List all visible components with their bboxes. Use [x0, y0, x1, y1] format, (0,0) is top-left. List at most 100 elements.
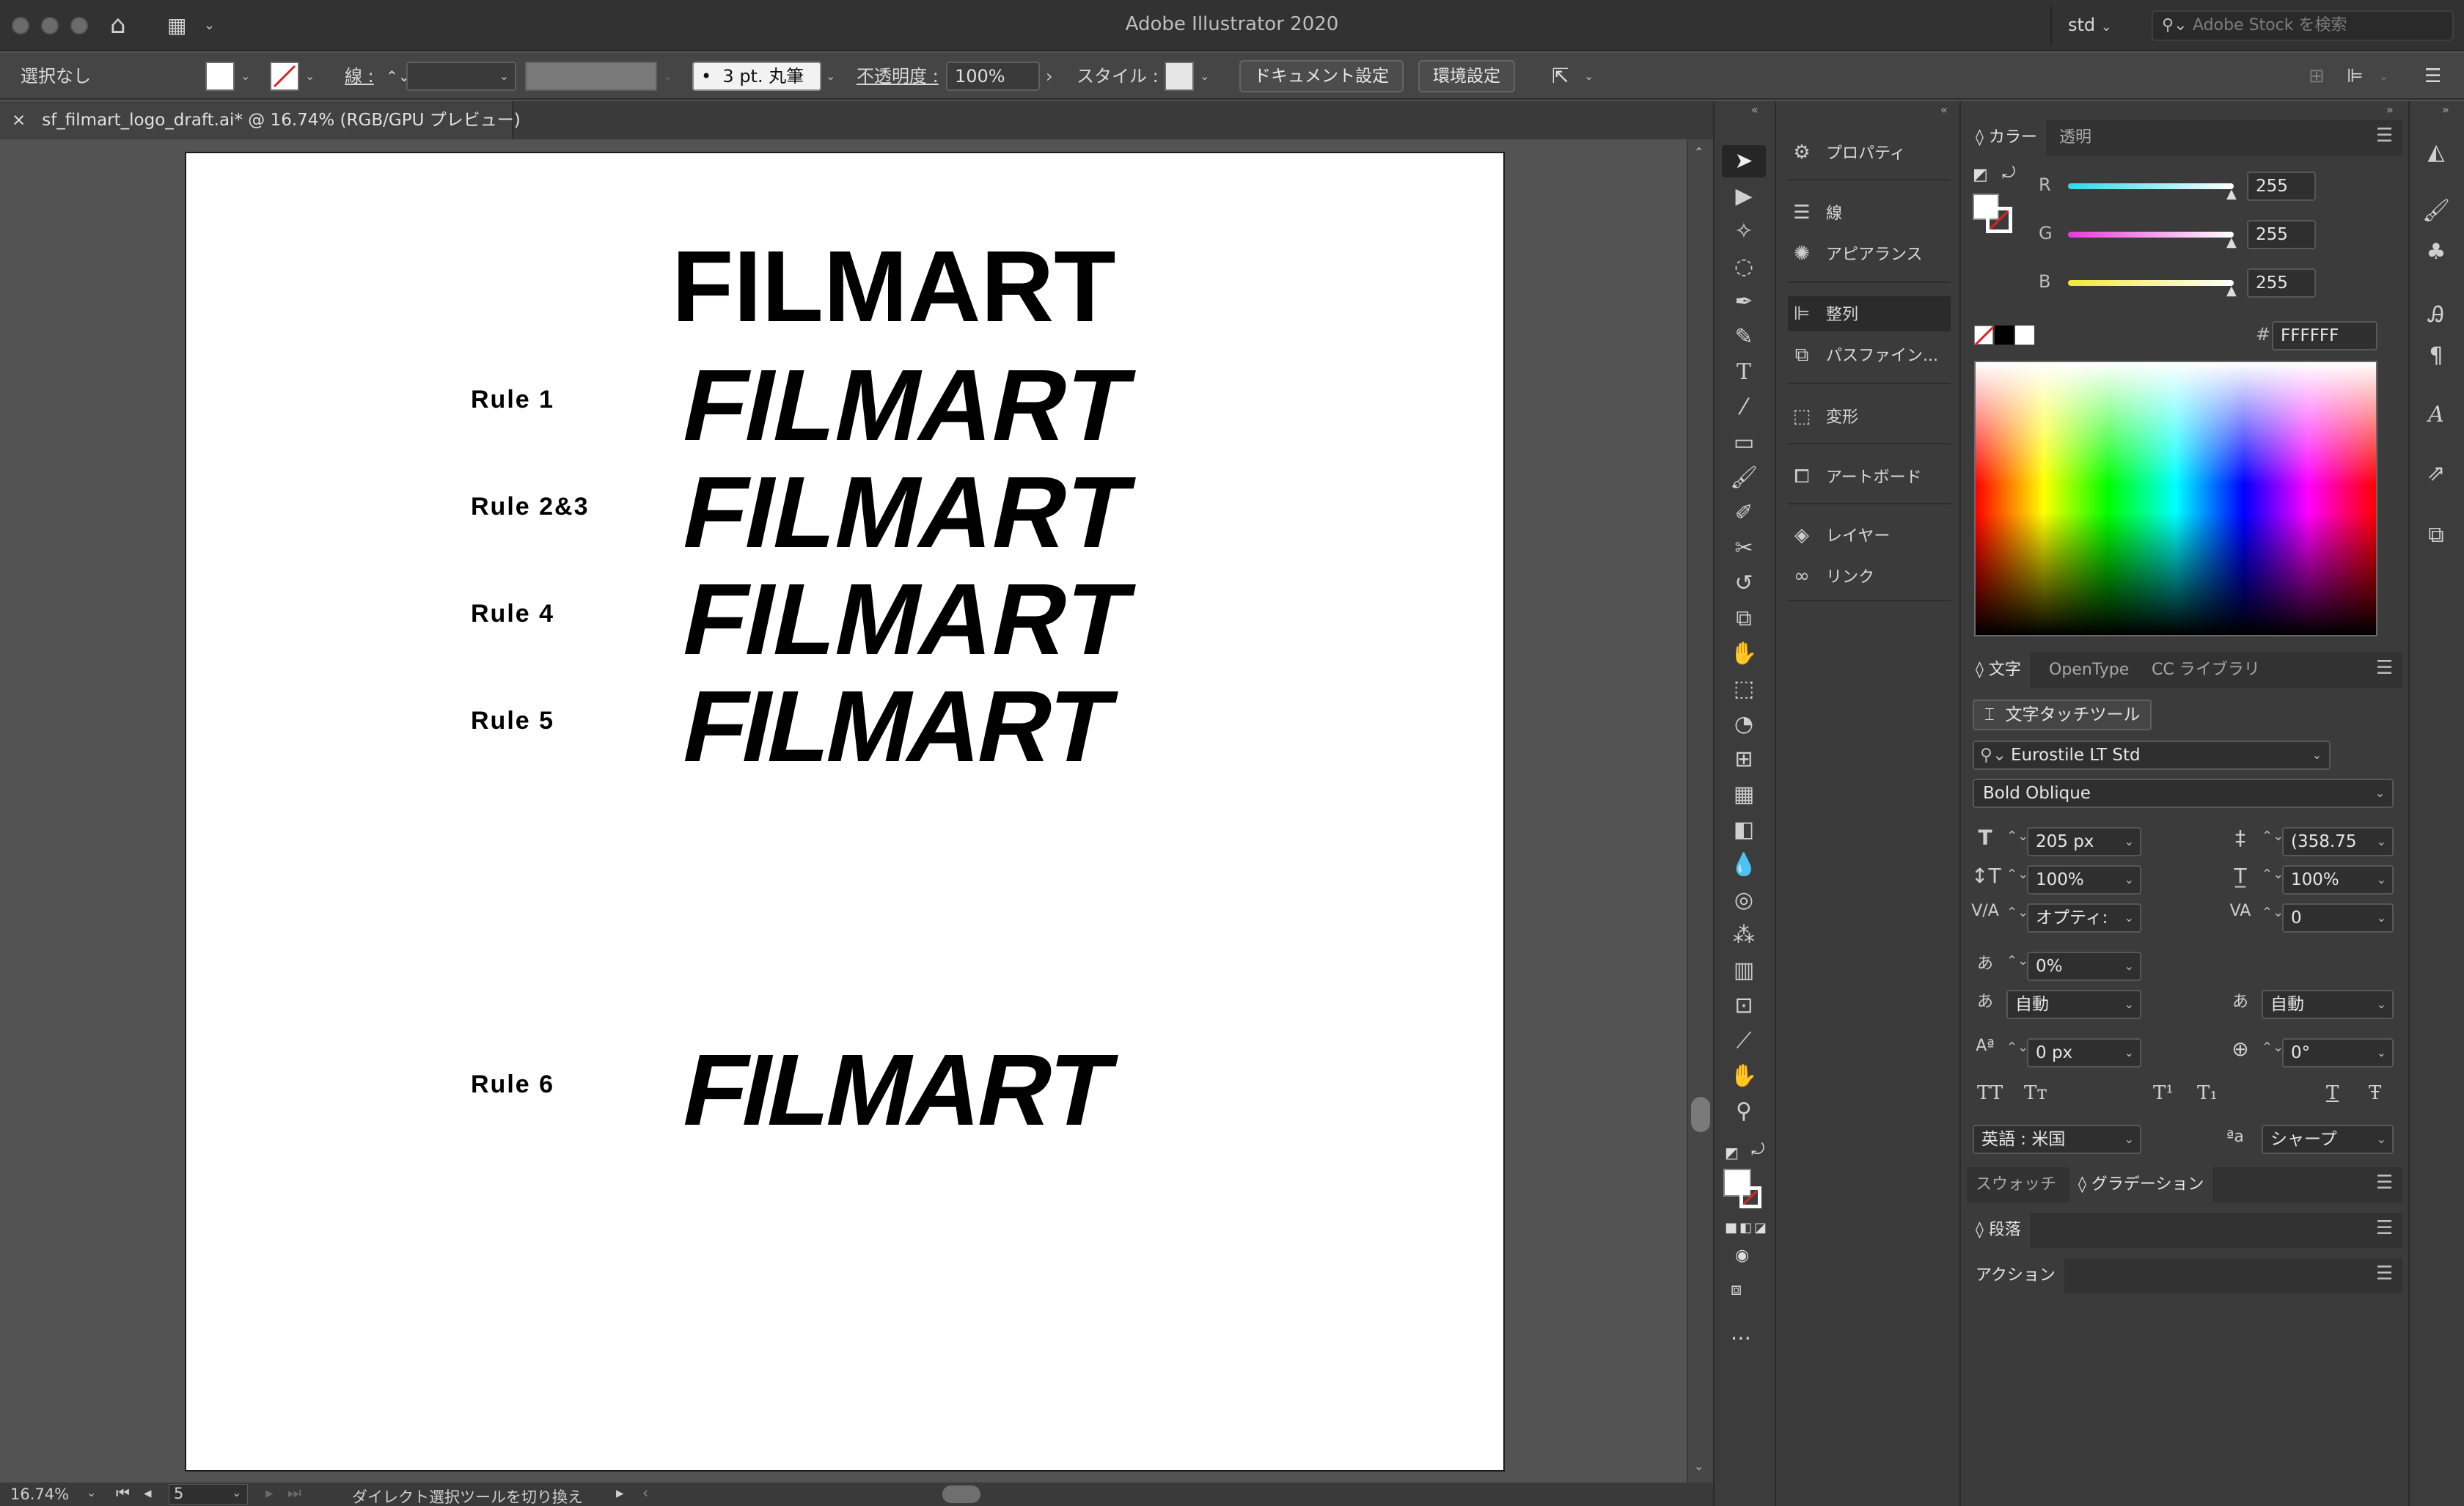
symbols-panel-icon[interactable]: ♣ — [2417, 235, 2455, 270]
tab-swatches[interactable]: スウォッチ — [1967, 1167, 2065, 1202]
g-slider[interactable] — [2068, 232, 2234, 238]
status-menu-icon[interactable]: ▸ — [616, 1484, 624, 1502]
collapse-icon[interactable]: « — [1751, 103, 1759, 117]
language-dropdown[interactable]: 英語 : 米国 ⌄ — [1973, 1125, 2141, 1154]
curvature-tool-icon[interactable]: ✎ — [1722, 321, 1766, 353]
chevron-down-icon[interactable]: ⌄ — [87, 1485, 96, 1499]
baseline-shift-field[interactable]: 0 px ⌄ — [2027, 1038, 2141, 1068]
scroll-left-icon[interactable]: ‹ — [642, 1484, 648, 1502]
chevron-right-icon[interactable]: › — [1046, 62, 1053, 91]
logo-rule-1[interactable]: FILMART — [673, 349, 1141, 462]
all-caps-button[interactable]: TT — [1977, 1082, 2003, 1104]
zoom-level[interactable]: 16.74% — [10, 1485, 69, 1503]
chevron-down-icon[interactable]: ⌄ — [2379, 62, 2388, 91]
tab-paragraph[interactable]: ◊ 段落 — [1967, 1213, 2030, 1248]
close-tab-icon[interactable]: × — [12, 111, 26, 130]
blend-tool-icon[interactable]: ◎ — [1722, 884, 1766, 917]
opacity-label[interactable]: 不透明度 : — [857, 62, 939, 91]
expand-icon[interactable]: » — [2386, 103, 2394, 117]
chevron-down-icon[interactable]: ⌄ — [663, 62, 672, 91]
default-colors-icon[interactable]: ◩ — [1725, 1144, 1739, 1161]
rule-label[interactable]: Rule 1 — [471, 386, 554, 414]
kerning-stepper[interactable]: ⌃⌄ — [2006, 905, 2028, 920]
artboard-tool-icon[interactable]: ⊡ — [1722, 990, 1766, 1022]
vertical-scroll-thumb[interactable] — [1691, 1097, 1710, 1132]
r-slider[interactable] — [2068, 183, 2234, 189]
perspective-grid-tool-icon[interactable]: ⊞ — [1722, 743, 1766, 776]
vertical-scale-stepper[interactable]: ⌃⌄ — [2006, 867, 2028, 882]
document-setup-button[interactable]: ドキュメント設定 — [1239, 60, 1404, 92]
chevron-down-icon[interactable]: ⌄ — [241, 62, 250, 91]
font-family-dropdown[interactable]: ⚲⌄ Eurostile LT Std ⌄ — [1973, 741, 2331, 770]
chevron-down-icon[interactable]: ⌄ — [1200, 62, 1209, 91]
glyphs-panel-icon[interactable]: A — [2417, 397, 2455, 433]
magic-wand-tool-icon[interactable]: ✧ — [1722, 216, 1766, 248]
dock-item-links[interactable]: ∞ リンク — [1788, 559, 1951, 594]
r-value-field[interactable]: 255 — [2247, 172, 2316, 201]
tracking-field[interactable]: 0 ⌄ — [2282, 903, 2394, 933]
logo-rule-6[interactable]: FILMART — [673, 1034, 1121, 1147]
b-slider-handle[interactable]: ▲ — [2226, 283, 2237, 298]
edit-toolbar-icon[interactable]: ⋯ — [1731, 1326, 1751, 1350]
tab-color[interactable]: ◊ カラー — [1967, 120, 2046, 155]
previous-artboard-icon[interactable]: ◂ — [144, 1484, 152, 1502]
chevron-up-icon[interactable]: ⌃ — [1694, 145, 1704, 159]
tracking-stepper[interactable]: ⌃⌄ — [2262, 905, 2284, 920]
slice-tool-icon[interactable]: ⟋ — [1722, 1025, 1766, 1057]
dock-item-stroke[interactable]: ☰ 線 — [1788, 195, 1951, 230]
superscript-button[interactable]: T¹ — [2153, 1082, 2174, 1104]
warp-tool-icon[interactable]: ✋ — [1722, 638, 1766, 670]
rule-label[interactable]: Rule 6 — [471, 1070, 554, 1099]
scale-tool-icon[interactable]: ⧉ — [1722, 603, 1766, 635]
mesh-tool-icon[interactable]: ▦ — [1722, 779, 1766, 811]
scissors-tool-icon[interactable]: ✂ — [1722, 532, 1766, 565]
paintbrush-tool-icon[interactable]: 🖌 — [1722, 462, 1766, 494]
b-value-field[interactable]: 255 — [2247, 268, 2316, 298]
logo-rule-4[interactable]: FILMART — [673, 563, 1141, 676]
align-grid-icon[interactable]: ⊞ — [2309, 62, 2325, 91]
tab-cc-libraries[interactable]: CC ライブラリ — [2143, 653, 2269, 688]
tab-character[interactable]: ◊ 文字 — [1967, 653, 2030, 688]
type-tool-icon[interactable]: T — [1722, 356, 1766, 389]
rectangle-tool-icon[interactable]: ▭ — [1722, 427, 1766, 459]
control-bar-menu-icon[interactable]: ☰ — [2424, 62, 2441, 91]
aki-left-dropdown[interactable]: 自動 ⌄ — [2006, 990, 2141, 1019]
tsume-field[interactable]: 0% ⌄ — [2027, 952, 2141, 981]
rule-label[interactable]: Rule 5 — [471, 707, 554, 735]
chevron-down-icon[interactable]: ⌄ — [305, 62, 315, 91]
character-styles-icon[interactable]: Ꭿ — [2417, 298, 2455, 333]
export-icon[interactable]: ⇗ — [2417, 456, 2455, 491]
chevron-down-icon[interactable]: ⌄ — [826, 62, 835, 91]
g-value-field[interactable]: 255 — [2247, 220, 2316, 249]
color-spectrum[interactable] — [1974, 361, 2377, 636]
column-graph-tool-icon[interactable]: ▥ — [1722, 955, 1766, 987]
font-size-stepper[interactable]: ⌃⌄ — [2006, 829, 2028, 844]
dock-item-layers[interactable]: ◈ レイヤー — [1788, 518, 1951, 553]
selection-tool-icon[interactable]: ➤ — [1722, 145, 1766, 177]
subscript-button[interactable]: T₁ — [2197, 1082, 2218, 1104]
hex-field[interactable]: FFFFFF — [2272, 321, 2377, 350]
stroke-swatch[interactable] — [270, 62, 299, 91]
rule-label[interactable]: Rule 2&3 — [471, 493, 590, 521]
vertical-scrollbar[interactable]: ⌃ ⌄ — [1687, 139, 1713, 1483]
panel-menu-icon[interactable]: ☰ — [2376, 1217, 2393, 1239]
logo-rule-2-3[interactable]: FILMART — [673, 456, 1141, 569]
symbol-sprayer-tool-icon[interactable]: ⁂ — [1722, 919, 1766, 952]
underline-button[interactable]: T — [2326, 1082, 2339, 1104]
pen-tool-icon[interactable]: ✒ — [1722, 286, 1766, 318]
tab-opentype[interactable]: OpenType — [2040, 653, 2138, 688]
panel-menu-icon[interactable]: ☰ — [2376, 1172, 2393, 1194]
panel-menu-icon[interactable]: ☰ — [2376, 125, 2393, 147]
character-rotation-stepper[interactable]: ⌃⌄ — [2262, 1040, 2284, 1055]
arrange-icon[interactable]: ⇱ — [1552, 62, 1569, 91]
gradient-panel-icon[interactable]: ◭ — [2417, 135, 2455, 170]
screen-mode-icon[interactable]: ⧈ — [1731, 1279, 1742, 1299]
shape-builder-tool-icon[interactable]: ◔ — [1722, 708, 1766, 741]
rule-label[interactable]: Rule 4 — [471, 600, 554, 628]
swap-fill-stroke-icon[interactable]: ⤾ — [2002, 164, 2015, 183]
horizontal-scale-field[interactable]: 100% ⌄ — [2282, 865, 2394, 895]
none-color-swatch[interactable] — [1974, 326, 1994, 345]
color-mode-icons[interactable]: ■◧◪ — [1725, 1220, 1769, 1235]
align-options-icon[interactable]: ⊫ — [2347, 62, 2364, 91]
gradient-tool-icon[interactable]: ◧ — [1722, 814, 1766, 846]
